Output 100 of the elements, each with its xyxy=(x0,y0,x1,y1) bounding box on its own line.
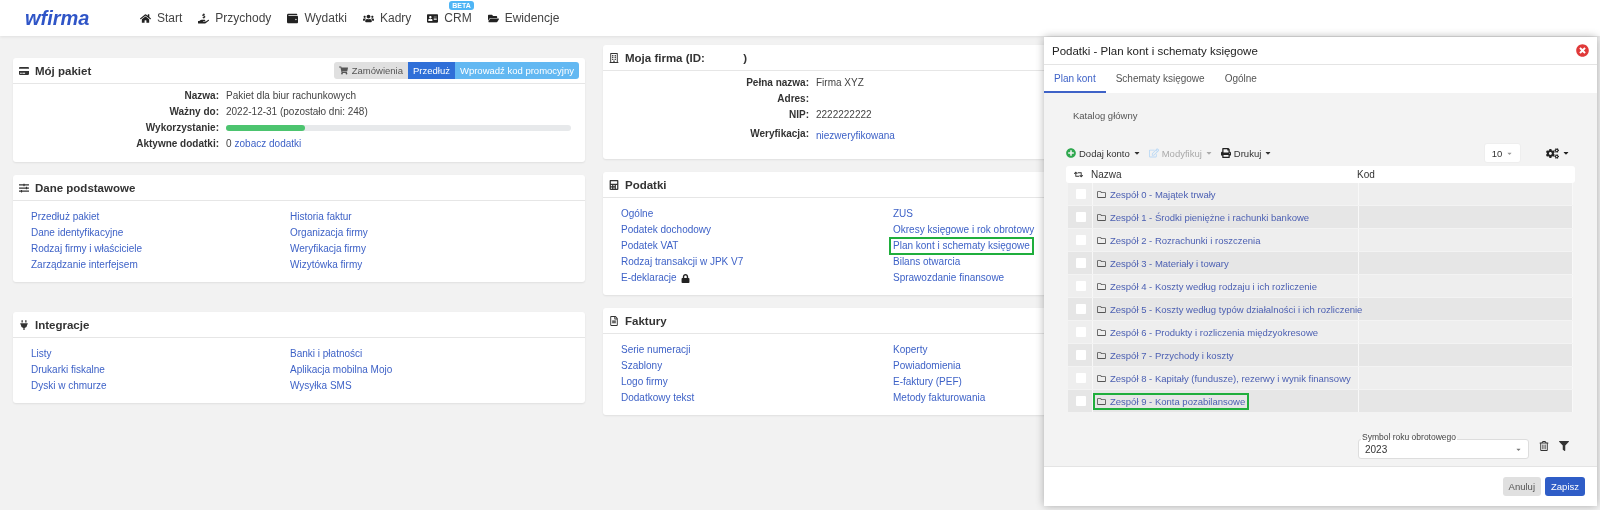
settings-link[interactable]: Serie numeracji xyxy=(619,343,693,357)
row-checkbox[interactable] xyxy=(1076,350,1086,360)
settings-link[interactable]: Dane identyfikacyjne xyxy=(29,226,126,240)
building-icon xyxy=(609,52,619,63)
toolbar-button[interactable]: Drukuj xyxy=(1220,147,1273,159)
delete-button[interactable] xyxy=(1539,440,1549,451)
sliders-icon xyxy=(19,182,29,193)
caret-icon xyxy=(1132,149,1141,157)
field-label: NIP: xyxy=(788,109,809,121)
settings-link[interactable]: E-deklaracje xyxy=(619,271,692,285)
settings-link[interactable]: Historia faktur xyxy=(288,210,354,224)
field-value: Pakiet dla biur rachunkowych xyxy=(226,90,357,102)
settings-link[interactable]: Logo firmy xyxy=(619,375,670,389)
field-label: Nazwa: xyxy=(183,90,219,102)
settings-link[interactable]: Zarządzanie interfejsem xyxy=(29,258,140,272)
card-title: Moja firma (ID: ) xyxy=(625,51,748,64)
nav-item[interactable]: Przychody xyxy=(198,11,272,25)
nav-item[interactable]: Start xyxy=(140,11,183,25)
page-size-select[interactable]: 10 xyxy=(1484,143,1521,163)
settings-link[interactable]: Ogólne xyxy=(619,207,656,221)
caret-icon xyxy=(1204,149,1213,157)
account-group-link[interactable]: Zespół 7 - Przychody i koszty xyxy=(1095,348,1236,362)
folder-icon xyxy=(1097,235,1106,245)
save-button[interactable]: Zapisz xyxy=(1545,477,1585,496)
orders-button[interactable]: Zamówienia xyxy=(333,62,408,79)
folder-icon xyxy=(1097,258,1106,268)
field-value: 2222222222 xyxy=(816,109,872,121)
folder-icon xyxy=(1097,327,1106,337)
settings-link[interactable]: Wizytówka firmy xyxy=(288,258,365,272)
field-value: 0 xyxy=(226,138,232,150)
tab[interactable]: Plan kont xyxy=(1044,65,1106,93)
settings-link[interactable]: Rodzaj firmy i właściciele xyxy=(29,242,145,256)
settings-link[interactable]: Wysyłka SMS xyxy=(288,379,354,393)
settings-link[interactable]: Listy xyxy=(29,347,54,361)
print-icon xyxy=(1220,148,1231,158)
folder-icon xyxy=(1097,281,1106,291)
card-title: Mój pakiet xyxy=(35,64,92,77)
settings-link[interactable]: Rodzaj transakcji w JPK V7 xyxy=(619,255,746,269)
settings-link[interactable]: Organizacja firmy xyxy=(288,226,370,240)
folder-icon xyxy=(1097,373,1106,383)
plug-icon xyxy=(19,319,29,330)
settings-link[interactable]: Szablony xyxy=(619,359,665,373)
cancel-button[interactable]: Anuluj xyxy=(1502,477,1541,496)
settings-link[interactable]: E-faktury (PEF) xyxy=(891,375,964,389)
gears-icon xyxy=(1546,146,1559,160)
nav-item[interactable]: Kadry xyxy=(362,11,412,25)
settings-link[interactable]: Podatek VAT xyxy=(619,239,681,253)
card-title: Faktury xyxy=(625,314,667,327)
folder-icon xyxy=(487,12,499,24)
settings-link[interactable]: Bilans otwarcia xyxy=(891,255,963,269)
logo[interactable]: wfirma xyxy=(25,6,140,30)
filter-button[interactable] xyxy=(1559,440,1569,451)
settings-link[interactable]: Weryfikacja firmy xyxy=(288,242,368,256)
settings-link[interactable]: Sprawozdanie finansowe xyxy=(891,271,1007,285)
cart-icon xyxy=(338,66,348,75)
nav-item[interactable]: Ewidencje xyxy=(487,11,560,25)
settings-link[interactable]: Metody fakturowania xyxy=(891,391,988,405)
account-group-link[interactable]: Zespół 3 - Materiały i towary xyxy=(1095,256,1231,270)
field-label: Ważny do: xyxy=(168,106,219,118)
edit-icon xyxy=(1148,148,1159,158)
settings-link[interactable]: Okresy księgowe i rok obrotowy xyxy=(891,223,1037,237)
row-checkbox[interactable] xyxy=(1076,304,1086,314)
home-icon xyxy=(140,12,151,24)
caret-icon xyxy=(1562,149,1570,157)
row-checkbox[interactable] xyxy=(1076,258,1086,268)
settings-link[interactable]: Podatek dochodowy xyxy=(619,223,714,237)
settings-link[interactable]: Dodatkowy tekst xyxy=(619,391,697,405)
folder-icon xyxy=(1097,396,1106,406)
field-label: Aktywne dodatki: xyxy=(135,138,219,150)
settings-link[interactable]: Dyski w chmurze xyxy=(29,379,109,393)
row-checkbox[interactable] xyxy=(1076,212,1086,222)
field-link[interactable]: zobacz dodatki xyxy=(234,138,302,150)
account-group-link[interactable]: Zespół 9 - Konta pozabilansowe xyxy=(1095,394,1248,408)
folder-icon xyxy=(1097,212,1106,222)
caret-icon xyxy=(1264,149,1273,157)
field-link[interactable]: niezweryfikowana xyxy=(816,130,895,141)
field-label: Adres: xyxy=(776,93,809,105)
users-icon xyxy=(362,12,374,24)
settings-link[interactable]: Przedłuż pakiet xyxy=(29,210,102,224)
close-button[interactable] xyxy=(1576,44,1589,57)
settings-link[interactable]: Aplikacja mobilna Mojo xyxy=(288,363,395,377)
calculator-icon xyxy=(609,179,619,190)
settings-link[interactable]: Plan kont i schematy księgowe xyxy=(891,239,1032,253)
tab[interactable]: Schematy księgowe xyxy=(1105,65,1215,93)
field-value: Firma XYZ xyxy=(816,77,864,89)
account-group-link[interactable]: Zespół 0 - Majątek trwały xyxy=(1095,187,1218,201)
tab[interactable]: Ogólne xyxy=(1214,65,1267,93)
settings-link[interactable]: Koperty xyxy=(891,343,930,357)
card-title: Podatki xyxy=(625,178,667,191)
settings-link[interactable]: Banki i płatności xyxy=(288,347,365,361)
wallet-icon xyxy=(287,12,299,24)
settings-link[interactable]: ZUS xyxy=(891,207,915,221)
settings-link[interactable]: Drukarki fiskalne xyxy=(29,363,107,377)
row-checkbox[interactable] xyxy=(1076,396,1086,406)
settings-link[interactable]: Powiadomienia xyxy=(891,359,963,373)
nav-item[interactable]: Wydatki xyxy=(287,11,347,25)
column-header: Kod xyxy=(1357,169,1376,180)
card-title: Dane podstawowe xyxy=(35,181,136,194)
extend-button[interactable]: Przedłuż xyxy=(408,62,455,79)
toolbar-button[interactable]: Dodaj konto xyxy=(1066,147,1141,159)
